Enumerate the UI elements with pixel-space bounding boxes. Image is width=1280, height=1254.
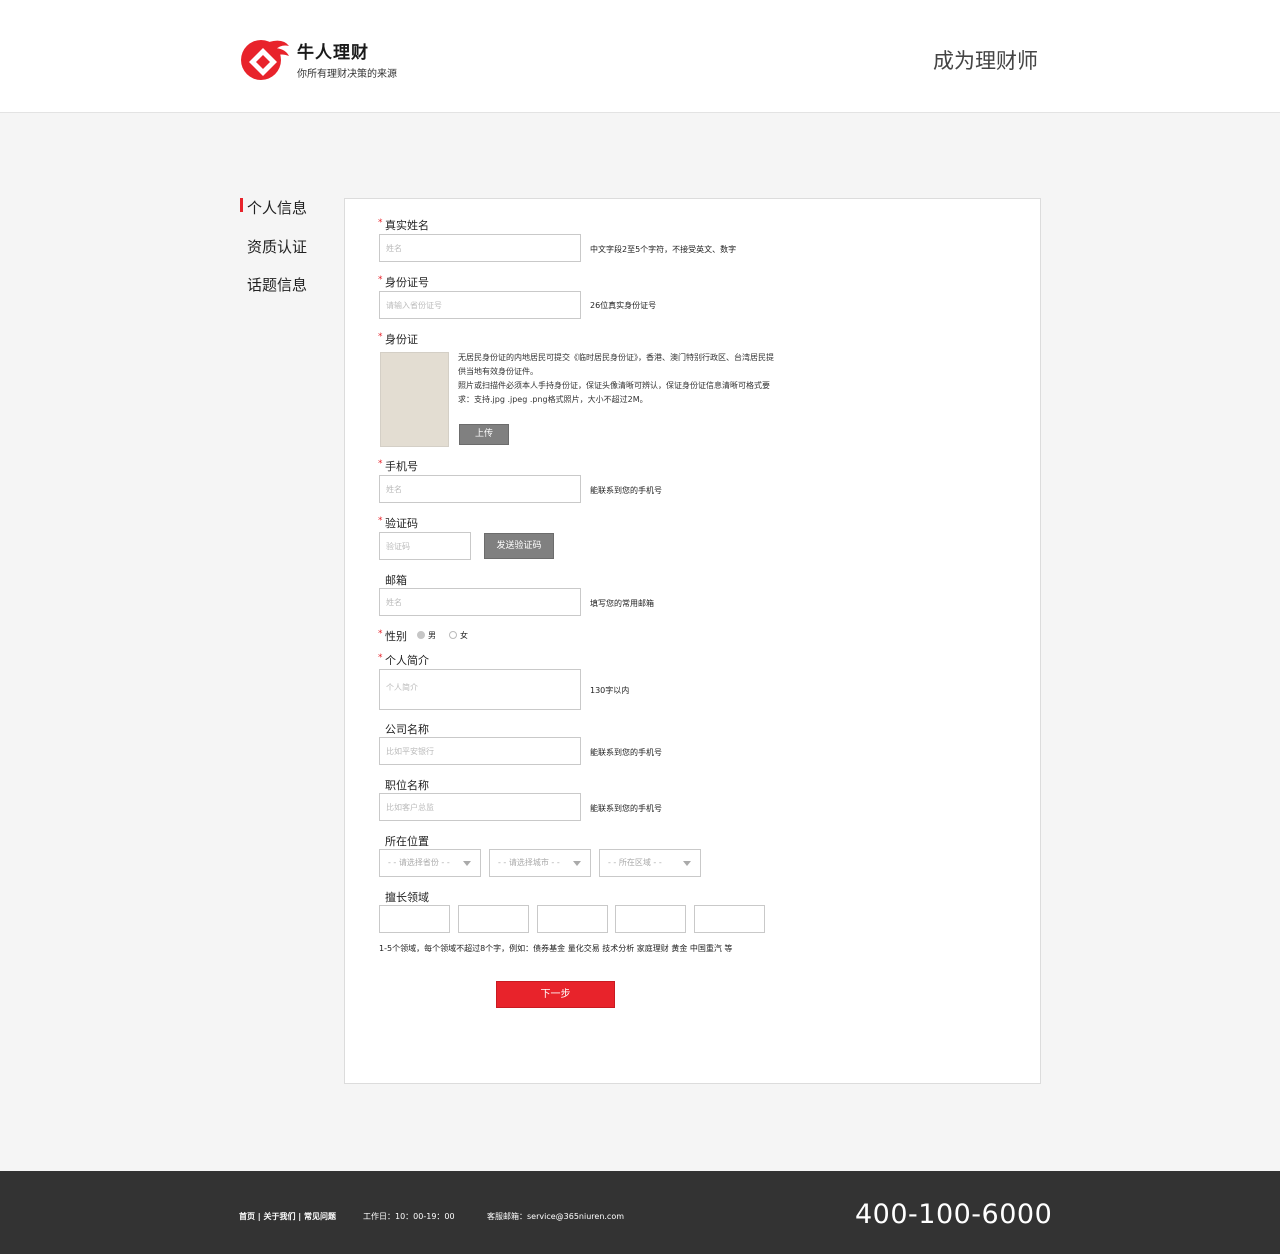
real-name-label: * 真实姓名 xyxy=(378,218,429,232)
required-star: * xyxy=(378,516,383,526)
expertise-label: 擅长领域 xyxy=(385,891,429,904)
gender-female-label[interactable]: 女 xyxy=(460,630,468,641)
expertise-hint: 1-5个领域，每个领域不超过8个字，例如：债券基金 量化交易 技术分析 家庭理财… xyxy=(379,944,733,953)
footer-hours: 工作日：10：00-19：00 xyxy=(363,1212,455,1221)
company-input[interactable] xyxy=(379,737,581,765)
chevron-down-icon xyxy=(573,861,581,866)
phone-input[interactable] xyxy=(379,475,581,503)
footer-separator: | xyxy=(255,1212,264,1221)
expertise-input-2[interactable] xyxy=(458,905,529,933)
chevron-down-icon xyxy=(683,861,691,866)
required-star: * xyxy=(378,332,383,342)
email-hint: 填写您的常用邮箱 xyxy=(590,599,654,608)
email-label: 邮箱 xyxy=(385,574,407,587)
district-select-value: - - 所在区域 - - xyxy=(608,858,662,867)
province-select[interactable]: - - 请选择省份 - - xyxy=(379,849,481,877)
gender-male-radio[interactable] xyxy=(417,631,425,639)
required-star: * xyxy=(378,653,383,663)
city-select-value: - - 请选择城市 - - xyxy=(498,858,560,867)
real-name-input[interactable] xyxy=(379,234,581,262)
site-header: 牛人理财 你所有理财决策的来源 成为理财师 xyxy=(0,0,1280,113)
expertise-input-4[interactable] xyxy=(615,905,686,933)
real-name-hint: 中文字段2至5个字符，不接受英文、数字 xyxy=(590,245,737,254)
phone-hint: 能联系到您的手机号 xyxy=(590,486,662,495)
bio-textarea[interactable] xyxy=(379,669,581,710)
required-star: * xyxy=(378,275,383,285)
sidebar-item-personal-info[interactable]: 个人信息 xyxy=(239,197,307,218)
district-select[interactable]: - - 所在区域 - - xyxy=(599,849,701,877)
footer-email: 客服邮箱：service@365niuren.com xyxy=(487,1212,625,1221)
logo-name[interactable]: 牛人理财 xyxy=(297,38,369,63)
city-select[interactable]: - - 请选择城市 - - xyxy=(489,849,591,877)
footer-links: 首页 | 关于我们 | 常见问题 xyxy=(239,1211,336,1222)
logo-slogan: 你所有理财决策的来源 xyxy=(297,69,397,80)
gender-female-radio[interactable] xyxy=(449,631,457,639)
sidebar-item-qualification[interactable]: 资质认证 xyxy=(247,236,307,257)
id-card-note: 无居民身份证的内地居民可提交《临时居民身份证》，香港、澳门特别行政区、台湾居民提… xyxy=(458,351,776,407)
required-star: * xyxy=(378,218,383,228)
sidebar-item-topic-info[interactable]: 话题信息 xyxy=(247,274,307,295)
upload-button[interactable]: 上传 xyxy=(459,424,509,445)
chevron-down-icon xyxy=(463,861,471,866)
province-select-value: - - 请选择省份 - - xyxy=(388,858,450,867)
site-footer: 首页 | 关于我们 | 常见问题 工作日：10：00-19：00 客服邮箱：se… xyxy=(0,1171,1280,1254)
verify-code-label: * 验证码 xyxy=(378,516,418,530)
position-input[interactable] xyxy=(379,793,581,821)
logo-icon[interactable] xyxy=(239,36,291,82)
footer-separator: | xyxy=(295,1212,304,1221)
id-photo-preview xyxy=(380,352,449,447)
gender-label: * 性别 xyxy=(378,629,407,643)
send-code-button[interactable]: 发送验证码 xyxy=(484,533,554,559)
required-star: * xyxy=(378,629,383,639)
verify-code-input[interactable] xyxy=(379,532,471,560)
required-star: * xyxy=(378,459,383,469)
footer-link-about[interactable]: 关于我们 xyxy=(264,1212,296,1221)
bio-label: * 个人简介 xyxy=(378,653,429,667)
footer-link-home[interactable]: 首页 xyxy=(239,1212,255,1221)
id-number-hint: 26位真实身份证号 xyxy=(590,301,657,310)
page-title: 成为理财师 xyxy=(933,49,1038,73)
footer-link-faq[interactable]: 常见问题 xyxy=(304,1212,336,1221)
id-card-note-line2: 照片或扫描件必须本人手持身份证，保证头像清晰可辨认，保证身份证信息清晰可格式要求… xyxy=(458,381,770,404)
company-hint: 能联系到您的手机号 xyxy=(590,748,662,757)
company-label: 公司名称 xyxy=(385,723,429,736)
location-label: 所在位置 xyxy=(385,835,429,848)
next-step-button[interactable]: 下一步 xyxy=(496,981,615,1008)
id-card-note-line1: 无居民身份证的内地居民可提交《临时居民身份证》，香港、澳门特别行政区、台湾居民提… xyxy=(458,353,774,376)
expertise-input-5[interactable] xyxy=(694,905,765,933)
expertise-input-1[interactable] xyxy=(379,905,450,933)
bio-hint: 130字以内 xyxy=(590,686,630,695)
footer-phone: 400-100-6000 xyxy=(855,1199,1053,1230)
expertise-input-3[interactable] xyxy=(537,905,608,933)
position-label: 职位名称 xyxy=(385,779,429,792)
position-hint: 能联系到您的手机号 xyxy=(590,804,662,813)
gender-male-label[interactable]: 男 xyxy=(428,630,436,641)
phone-label: * 手机号 xyxy=(378,459,418,473)
id-number-input[interactable] xyxy=(379,291,581,319)
id-number-label: * 身份证号 xyxy=(378,275,429,289)
id-card-label: * 身份证 xyxy=(378,332,418,346)
email-input[interactable] xyxy=(379,588,581,616)
